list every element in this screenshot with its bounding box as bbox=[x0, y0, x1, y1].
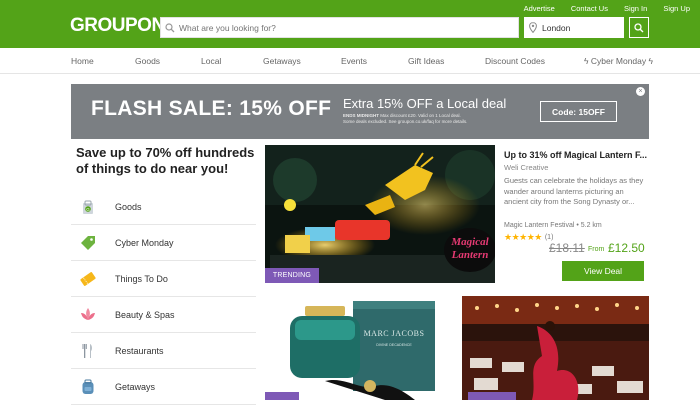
deal-title[interactable]: Up to 31% off Magical Lantern F... bbox=[504, 150, 647, 160]
category-goods[interactable]: G Goods bbox=[71, 189, 256, 225]
nav-events[interactable]: Events bbox=[341, 56, 367, 66]
advertise-link[interactable]: Advertise bbox=[524, 4, 555, 13]
close-icon[interactable]: × bbox=[636, 87, 645, 96]
category-label: Cyber Monday bbox=[115, 237, 174, 248]
nav-local[interactable]: Local bbox=[201, 56, 221, 66]
tile-brand-text: MARC JACOBS bbox=[364, 329, 425, 338]
groupon-logo[interactable]: GROUPON bbox=[70, 15, 165, 37]
sign-up-link[interactable]: Sign Up bbox=[663, 4, 690, 13]
category-label: Things To Do bbox=[115, 273, 168, 284]
category-label: Getaways bbox=[115, 381, 156, 392]
category-restaurants[interactable]: Restaurants bbox=[71, 333, 256, 369]
search-icon bbox=[161, 22, 179, 33]
search-icon bbox=[634, 22, 644, 32]
category-nav: Home Goods Local Getaways Events Gift Id… bbox=[0, 48, 700, 74]
ticket-icon bbox=[79, 270, 97, 288]
contact-us-link[interactable]: Contact Us bbox=[571, 4, 608, 13]
deal-merchant: Weli Creative bbox=[504, 163, 549, 172]
deal-rating: ★★★★★ (1) bbox=[504, 232, 553, 243]
deal-location: Magic Lantern Festival • 5.2 km bbox=[504, 222, 602, 229]
category-label: Restaurants bbox=[115, 345, 164, 356]
promo-code-button[interactable]: Code: 15OFF bbox=[540, 101, 617, 122]
price-tag-icon bbox=[79, 234, 97, 252]
banner-fine-print: ENDS MIDNIGHT Max discount £20. Valid on… bbox=[343, 113, 473, 124]
category-label: Goods bbox=[115, 201, 142, 212]
deal-description: Guests can celebrate the holidays as the… bbox=[504, 176, 644, 206]
deal-tag bbox=[265, 392, 299, 400]
category-cyber-monday[interactable]: Cyber Monday bbox=[71, 225, 256, 261]
nav-home[interactable]: Home bbox=[71, 56, 94, 66]
featured-image-caption-line2: Lantern bbox=[451, 249, 489, 261]
trending-badge: TRENDING bbox=[265, 268, 319, 283]
banner-ends: ENDS MIDNIGHT bbox=[343, 113, 379, 118]
location-pin-icon bbox=[524, 22, 542, 33]
flash-sale-banner[interactable]: FLASH SALE: 15% OFF Extra 15% OFF a Loca… bbox=[71, 84, 649, 139]
backpack-icon bbox=[79, 378, 97, 396]
deal-tag bbox=[468, 392, 516, 400]
svg-text:G: G bbox=[86, 206, 90, 211]
lotus-flower-icon bbox=[79, 306, 97, 324]
review-count: (1) bbox=[544, 234, 554, 241]
shopping-bag-icon: G bbox=[79, 198, 97, 216]
category-things-to-do[interactable]: Things To Do bbox=[71, 261, 256, 297]
search-button[interactable] bbox=[629, 17, 649, 38]
search-box[interactable] bbox=[160, 17, 519, 38]
category-beauty-spas[interactable]: Beauty & Spas bbox=[71, 297, 256, 333]
nav-gift-ideas[interactable]: Gift Ideas bbox=[408, 56, 444, 66]
featured-deal-image[interactable]: Magical Lantern bbox=[265, 145, 495, 283]
left-column: Save up to 70% off hundreds of things to… bbox=[71, 145, 256, 405]
top-header: GROUPON Advertise Contact Us Sign In Sig… bbox=[0, 0, 700, 48]
location-box[interactable] bbox=[524, 17, 624, 38]
original-price: £18.11 bbox=[549, 241, 585, 255]
nav-discount-codes[interactable]: Discount Codes bbox=[485, 56, 545, 66]
category-label: Beauty & Spas bbox=[115, 309, 175, 320]
sign-in-link[interactable]: Sign In bbox=[624, 4, 647, 13]
from-label: From bbox=[588, 246, 605, 253]
sale-price: £12.50 bbox=[608, 241, 645, 255]
star-rating-icon: ★★★★★ bbox=[504, 232, 542, 242]
banner-headline: FLASH SALE: 15% OFF bbox=[91, 97, 332, 120]
nav-getaways[interactable]: Getaways bbox=[263, 56, 301, 66]
top-links: Advertise Contact Us Sign In Sign Up bbox=[508, 4, 690, 13]
featured-image-caption-line1: Magical bbox=[450, 236, 489, 248]
page-headline: Save up to 70% off hundreds of things to… bbox=[76, 145, 255, 176]
category-list: G Goods Cyber Monday Things To Do Beauty… bbox=[71, 189, 256, 405]
nav-goods[interactable]: Goods bbox=[135, 56, 160, 66]
deal-tile-perfume[interactable]: MARC JACOBS DIVINE DECADENCE bbox=[265, 296, 450, 400]
tile-product-text: DIVINE DECADENCE bbox=[376, 343, 412, 347]
deal-tile-show[interactable] bbox=[462, 296, 649, 400]
nav-cyber-monday[interactable]: ϟ Cyber Monday ϟ bbox=[584, 56, 653, 66]
search-input[interactable] bbox=[179, 22, 499, 33]
fork-knife-icon bbox=[79, 342, 97, 360]
view-deal-button[interactable]: View Deal bbox=[562, 261, 644, 281]
banner-subhead: Extra 15% OFF a Local deal bbox=[343, 96, 507, 111]
location-input[interactable] bbox=[542, 22, 620, 33]
